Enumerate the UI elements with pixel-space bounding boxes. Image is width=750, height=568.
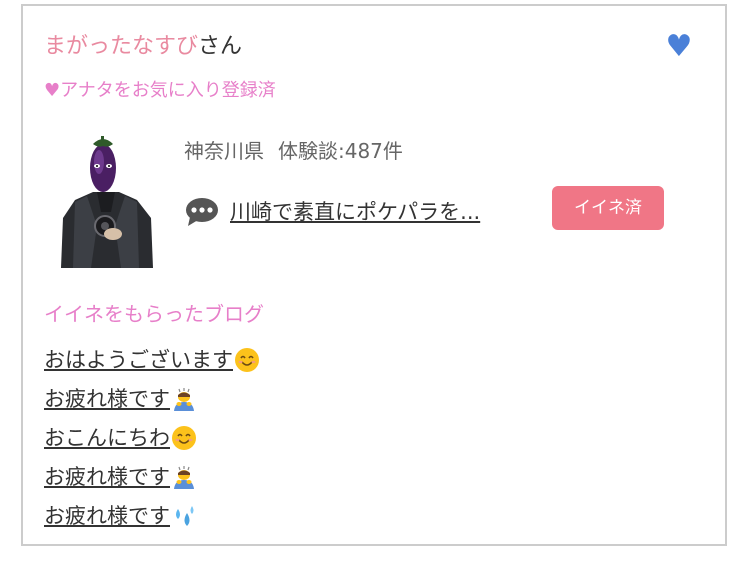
favorite-heart-button[interactable]: ♥ bbox=[664, 32, 694, 62]
latest-review: 川崎で素直にポケパラを... bbox=[184, 194, 480, 230]
smiling-face-icon bbox=[235, 347, 259, 372]
location-text: 神奈川県 bbox=[184, 139, 264, 163]
bowing-person-icon bbox=[174, 387, 194, 411]
sweat-droplets-icon bbox=[176, 505, 194, 526]
favorite-status: ♥アナタをお気に入り登録済 bbox=[44, 80, 276, 101]
bowing-person-icon bbox=[174, 465, 194, 489]
blog-title: お疲れ様です bbox=[44, 503, 170, 528]
speech-bubble-icon bbox=[186, 198, 218, 226]
blog-link[interactable]: お疲れ様です bbox=[44, 384, 197, 414]
user-card: まがったなすびさん ♥ ♥アナタをお気に入り登録済 神奈川県体験談:487件 bbox=[21, 4, 727, 546]
list-item: お疲れ様です bbox=[44, 457, 260, 496]
liked-blogs-heading: イイネをもらったブログ bbox=[44, 302, 264, 326]
profile-meta: 神奈川県 体験談:487件 bbox=[184, 136, 403, 166]
blog-link[interactable]: お疲れ様です bbox=[44, 501, 197, 531]
blog-title: おこんにちわ bbox=[44, 425, 170, 450]
smiling-face-icon bbox=[172, 425, 196, 450]
avatar[interactable] bbox=[53, 130, 159, 268]
liked-blogs-list: おはようございます お疲れ様です おこんにちわ お疲れ様です お疲れ様です bbox=[44, 340, 260, 535]
blog-title: おはようございます bbox=[44, 347, 233, 372]
liked-badge-button[interactable]: イイネ済 bbox=[552, 186, 664, 230]
blog-link[interactable]: お疲れ様です bbox=[44, 462, 197, 492]
list-item: お疲れ様です bbox=[44, 379, 260, 418]
blog-link[interactable]: おこんにちわ bbox=[44, 423, 197, 453]
user-header: まがったなすびさん bbox=[44, 32, 242, 62]
review-count-text: 体験談:487件 bbox=[278, 139, 403, 163]
blog-title: お疲れ様です bbox=[44, 464, 170, 489]
user-name-link[interactable]: まがったなすび bbox=[44, 34, 198, 59]
user-name-suffix: さん bbox=[198, 34, 243, 59]
review-title-link[interactable]: 川崎で素直にポケパラを... bbox=[230, 197, 480, 227]
blog-title: お疲れ様です bbox=[44, 386, 170, 411]
list-item: おこんにちわ bbox=[44, 418, 260, 457]
heart-icon: ♥ bbox=[665, 29, 693, 64]
list-item: おはようございます bbox=[44, 340, 260, 379]
list-item: お疲れ様です bbox=[44, 496, 260, 535]
blog-link[interactable]: おはようございます bbox=[44, 345, 260, 375]
